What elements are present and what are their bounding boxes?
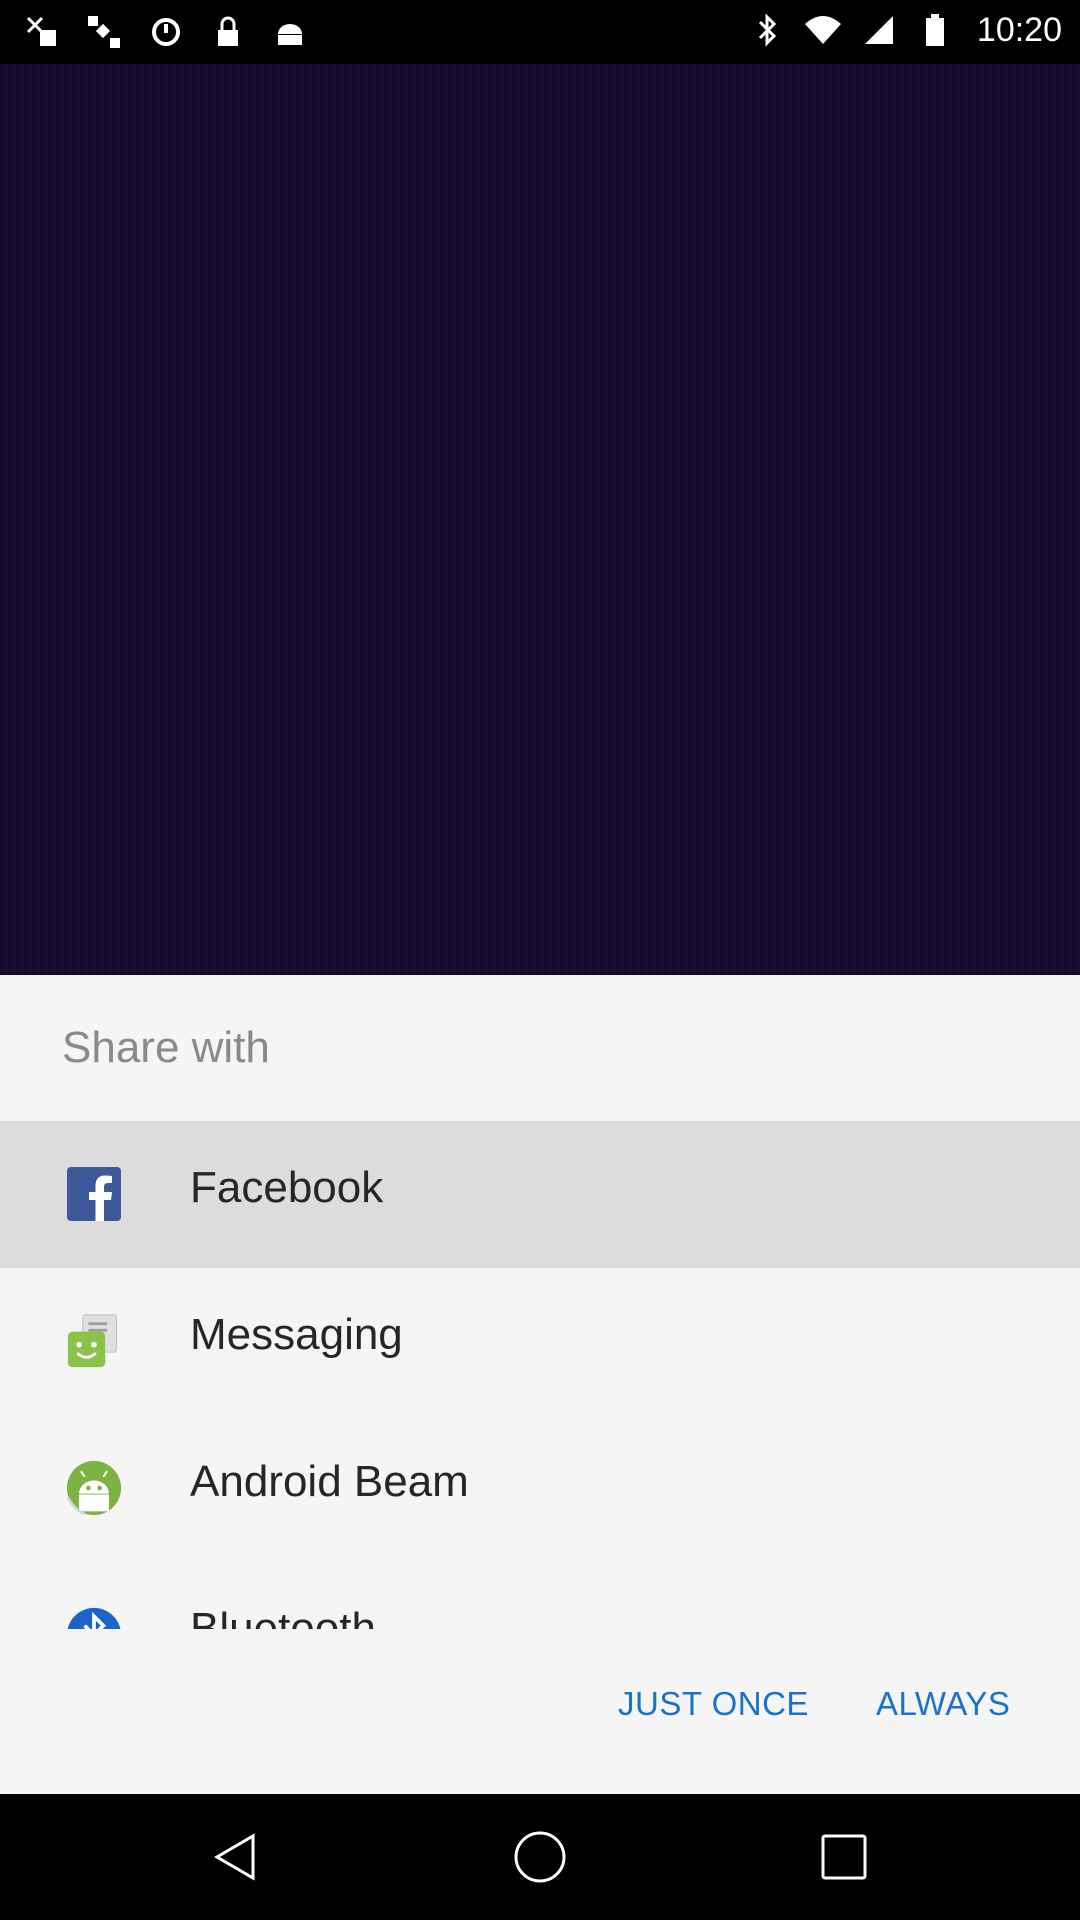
just-once-button[interactable]: JUST ONCE: [604, 1675, 823, 1733]
notification-icons: [22, 12, 310, 52]
share-item-label: Android Beam: [190, 1457, 469, 1506]
share-item-messaging[interactable]: Messaging: [0, 1268, 1080, 1415]
navigation-bar: [0, 1794, 1080, 1920]
android-icon: [270, 12, 310, 52]
share-app-list: Facebook Messaging Android Beam: [0, 1121, 1080, 1709]
share-item-label: Facebook: [190, 1163, 384, 1212]
clock: 10:20: [976, 10, 1062, 49]
battery-icon: [915, 10, 955, 50]
share-sheet: Share with Facebook Messaging Android Be…: [0, 975, 1080, 1794]
background-wallpaper: [0, 64, 1080, 975]
share-sheet-title: Share with: [62, 1023, 270, 1072]
sync-icon: [146, 12, 186, 52]
signal-icon: [859, 10, 899, 50]
fake-gps-icon: [22, 12, 62, 52]
android-beam-icon: [66, 1460, 122, 1516]
facebook-icon: [66, 1166, 122, 1222]
home-icon[interactable]: [510, 1827, 570, 1887]
messaging-icon: [66, 1313, 122, 1369]
share-item-android-beam[interactable]: Android Beam: [0, 1415, 1080, 1562]
lock-icon: [208, 12, 248, 52]
share-item-label: Messaging: [190, 1310, 403, 1359]
recents-icon[interactable]: [814, 1827, 874, 1887]
back-icon[interactable]: [206, 1827, 266, 1887]
wifi-icon: [803, 10, 843, 50]
status-bar: 10:20: [0, 0, 1080, 64]
bluetooth-icon: [747, 10, 787, 50]
share-item-facebook[interactable]: Facebook: [0, 1121, 1080, 1268]
dialog-button-bar: JUST ONCE ALWAYS: [0, 1629, 1080, 1794]
always-button[interactable]: ALWAYS: [862, 1675, 1024, 1733]
satellite-icon: [84, 12, 124, 52]
system-icons: 10:20: [747, 10, 1062, 50]
